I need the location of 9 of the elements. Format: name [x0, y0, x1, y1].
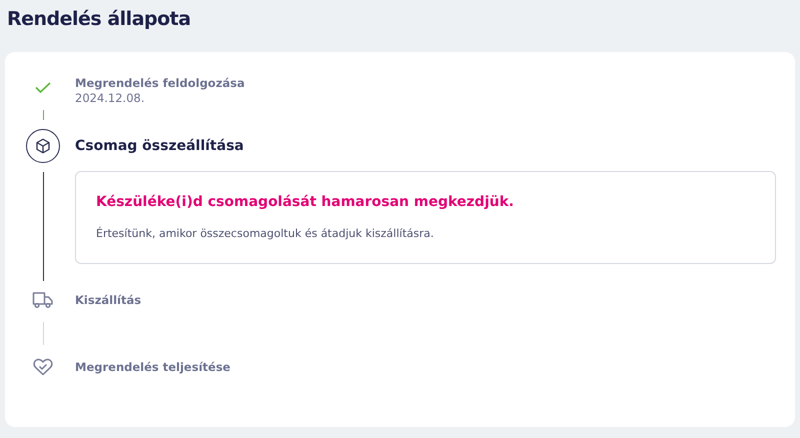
page-title: Rendelés állapota	[7, 7, 192, 32]
package-icon	[34, 137, 52, 155]
message-heading: Készüléke(i)d csomagolását hamarosan megkezdjük.	[96, 193, 515, 212]
step-title: Megrendelés teljesítése	[75, 359, 232, 375]
message-text: Értesítünk, amikor összecsomagoltuk és átadjuk kiszállításra.	[96, 226, 435, 241]
step-date: 2024.12.08.	[75, 91, 146, 106]
step-title: Csomag összeállítása	[75, 137, 245, 156]
step-title: Kiszállítás	[75, 292, 142, 308]
step-title: Megrendelés feldolgozása	[75, 75, 246, 91]
